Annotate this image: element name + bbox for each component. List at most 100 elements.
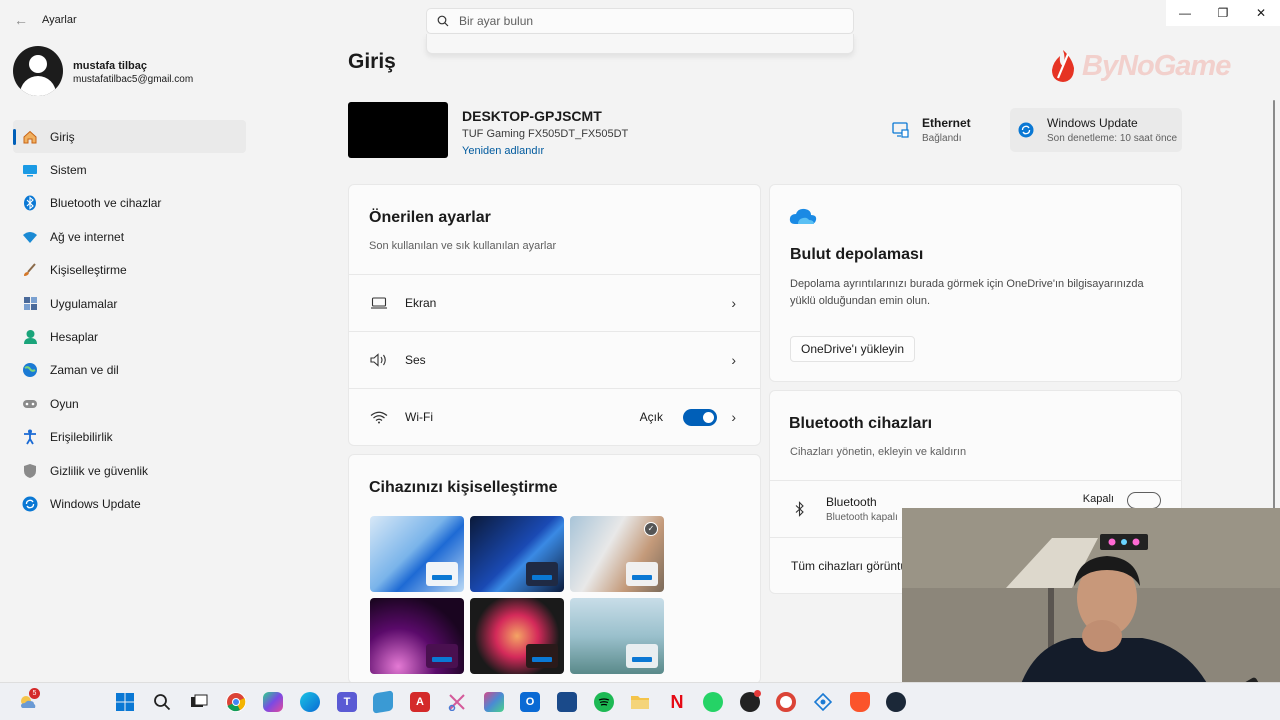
close-button[interactable]: ✕ (1242, 0, 1280, 26)
maximize-button[interactable]: ❐ (1204, 0, 1242, 26)
back-button[interactable]: ← (10, 10, 32, 30)
wifi-icon (22, 229, 38, 245)
snipping-icon[interactable] (447, 692, 467, 712)
home-icon (22, 129, 38, 145)
windows-update-status[interactable]: Windows Update Son denetleme: 10 saat önc… (1010, 108, 1182, 152)
theme-thumbnail[interactable] (370, 516, 464, 592)
sidebar-item-label: Sistem (50, 163, 87, 178)
sidebar-item-ag[interactable]: Ağ ve internet (13, 220, 246, 253)
task-view-icon[interactable] (189, 692, 209, 712)
rename-link[interactable]: Yeniden adlandır (462, 145, 544, 157)
search-input[interactable] (459, 14, 839, 28)
store-icon[interactable] (557, 692, 577, 712)
sidebar-item-label: Kişiselleştirme (50, 263, 127, 278)
search-box[interactable] (426, 8, 854, 34)
sound-row[interactable]: Ses › (349, 331, 760, 388)
teams-icon[interactable]: T (337, 692, 357, 712)
bluetooth-icon (791, 501, 809, 517)
account-icon (22, 329, 38, 345)
search-icon[interactable] (152, 692, 172, 712)
ethernet-title: Ethernet (922, 116, 971, 130)
chrome-icon[interactable] (226, 692, 246, 712)
sidebar-item-label: Gizlilik ve güvenlik (50, 463, 149, 478)
wifi-row[interactable]: Wi-Fi Açık › (349, 388, 760, 445)
user-name: mustafa tilbaç (73, 60, 147, 72)
steam-icon[interactable] (886, 692, 906, 712)
minimize-button[interactable]: — (1166, 0, 1204, 26)
sidebar-item-label: Ağ ve internet (50, 229, 125, 244)
update-icon (22, 496, 38, 512)
brush-icon (22, 262, 38, 278)
theme-thumbnail[interactable] (370, 598, 464, 674)
sidebar-nav: Giriş Sistem Bluetooth ve cihazlar Ağ ve… (13, 120, 246, 521)
display-label: Ekran (405, 296, 437, 310)
brave-icon[interactable] (850, 692, 870, 712)
globe-clock-icon (22, 362, 38, 378)
speaker-icon (370, 353, 388, 367)
sidebar-item-windows-update[interactable]: Windows Update (13, 487, 246, 520)
wifi-state-label: Açık (639, 410, 663, 424)
accessibility-icon (22, 429, 38, 445)
recommended-subtitle: Son kullanılan ve sık kullanılan ayarlar (369, 240, 557, 252)
theme-thumbnail[interactable]: ✓ (570, 516, 664, 592)
ethernet-status[interactable]: Ethernet Bağlandı (892, 108, 1002, 152)
sidebar-item-sistem[interactable]: Sistem (13, 153, 246, 186)
display-row[interactable]: Ekran › (349, 274, 760, 331)
update-state: Son denetleme: 10 saat önce (1047, 133, 1178, 144)
bluetooth-icon (22, 195, 38, 211)
monitor-icon (370, 297, 388, 309)
outlook-icon[interactable]: O (520, 692, 540, 712)
wifi-label: Wi-Fi (405, 410, 433, 424)
wifi-toggle[interactable] (683, 408, 717, 426)
whatsapp-icon[interactable] (703, 692, 723, 712)
cloud-card: Bulut depolaması Depolama ayrıntılarınız… (769, 184, 1182, 382)
theme-thumbnail[interactable] (470, 598, 564, 674)
network-tool-icon[interactable] (813, 692, 833, 712)
bluetooth-toggle-label: Kapalı (1082, 493, 1114, 505)
sidebar-item-gizlilik[interactable]: Gizlilik ve güvenlik (13, 454, 246, 487)
copilot-icon[interactable] (263, 692, 283, 712)
acrobat-icon[interactable]: A (410, 692, 430, 712)
sidebar-item-oyun[interactable]: Oyun (13, 387, 246, 420)
chevron-right-icon: › (731, 409, 736, 425)
theme-thumbnail[interactable] (570, 598, 664, 674)
cloud-description: Depolama ayrıntılarınızı burada görmek i… (790, 278, 1144, 307)
file-explorer-icon[interactable] (630, 692, 650, 712)
edge-icon[interactable] (300, 692, 320, 712)
sidebar-item-label: Windows Update (50, 496, 141, 511)
bluetooth-device-status: Bluetooth kapalı (826, 512, 898, 523)
sidebar-item-bluetooth[interactable]: Bluetooth ve cihazlar (13, 187, 246, 220)
bluetooth-toggle[interactable] (1127, 492, 1161, 509)
spotify-icon[interactable] (594, 692, 614, 712)
start-icon[interactable] (115, 692, 135, 712)
update-title: Windows Update (1047, 116, 1138, 130)
watermark-logo: ByNoGame (1048, 44, 1248, 88)
install-onedrive-button[interactable]: OneDrive'ı yükleyin (790, 336, 915, 362)
chrome-icon[interactable] (776, 692, 796, 712)
m365-icon[interactable] (484, 692, 504, 712)
files-icon[interactable] (373, 690, 393, 714)
cloud-icon (789, 208, 817, 224)
sidebar-item-zaman[interactable]: Zaman ve dil (13, 354, 246, 387)
sidebar-item-uygulamalar[interactable]: Uygulamalar (13, 287, 246, 320)
sidebar-item-giris[interactable]: Giriş (13, 120, 246, 154)
sidebar-item-label: Oyun (50, 396, 79, 411)
user-email: mustafatilbac5@gmail.com (73, 74, 194, 85)
netflix-icon[interactable]: N (667, 692, 687, 712)
page-title: Giriş (348, 50, 396, 73)
bluetooth-title: Bluetooth cihazları (789, 415, 933, 432)
update-icon (1017, 121, 1035, 139)
device-model: TUF Gaming FX505DT_FX505DT (462, 128, 629, 140)
recording-dot (754, 690, 761, 697)
sidebar-item-label: Hesaplar (50, 330, 99, 345)
cloud-title: Bulut depolaması (790, 246, 924, 263)
theme-thumbnail[interactable] (470, 516, 564, 592)
device-name: DESKTOP-GPJSCMT (462, 108, 602, 124)
avatar[interactable] (13, 46, 63, 96)
sidebar-item-hesaplar[interactable]: Hesaplar (13, 320, 246, 353)
gamepad-icon (22, 396, 38, 412)
sidebar-item-label: Zaman ve dil (50, 363, 119, 378)
ethernet-icon (892, 121, 910, 139)
sidebar-item-erisilebilirlik[interactable]: Erişilebilirlik (13, 421, 246, 454)
sidebar-item-kisisellestirme[interactable]: Kişiselleştirme (13, 254, 246, 287)
